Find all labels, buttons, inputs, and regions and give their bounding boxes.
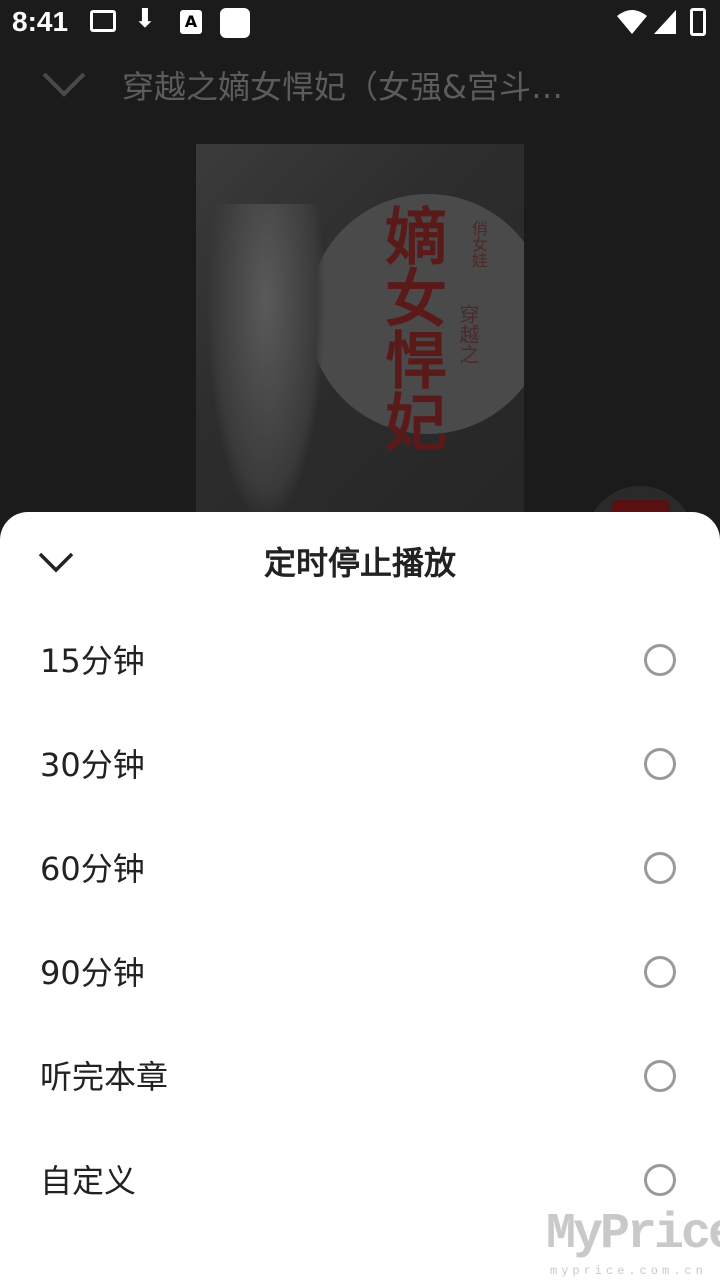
cover-title: 嫡女悍妃	[374, 204, 447, 452]
radio-button[interactable]	[644, 644, 676, 676]
timer-option-end-of-chapter[interactable]: 听完本章	[0, 1024, 720, 1128]
option-label: 30分钟	[40, 746, 145, 784]
signal-icon	[654, 10, 676, 34]
option-label: 自定义	[40, 1162, 137, 1200]
status-time: 8:41	[12, 6, 69, 37]
watermark: MyPrice myprice.com.cn	[546, 1206, 720, 1280]
option-label: 15分钟	[40, 642, 145, 680]
watermark-url: myprice.com.cn	[550, 1264, 707, 1278]
timer-option-90[interactable]: 90分钟	[0, 920, 720, 1024]
cover-subtitle: 穿越之	[456, 304, 480, 364]
watermark-brand: MyPrice	[546, 1206, 720, 1263]
player-header: 穿越之嫡女悍妃（女强&宫斗…	[0, 48, 720, 128]
download-icon: ⬇	[134, 4, 156, 34]
cover-figure-shape	[206, 204, 326, 524]
radio-button[interactable]	[644, 956, 676, 988]
timer-option-60[interactable]: 60分钟	[0, 816, 720, 920]
book-title: 穿越之嫡女悍妃（女强&宫斗…	[122, 68, 563, 106]
timer-option-30[interactable]: 30分钟	[0, 712, 720, 816]
option-label: 90分钟	[40, 954, 145, 992]
a-notification-icon: A	[180, 10, 202, 34]
battery-icon	[690, 8, 706, 36]
timer-bottom-sheet: 定时停止播放 15分钟 30分钟 60分钟 90分钟 听完本章 自定义	[0, 512, 720, 1280]
app-notification-icon	[220, 8, 250, 38]
sheet-title: 定时停止播放	[263, 544, 456, 582]
book-cover: 嫡女悍妃 俏女娃 穿越之	[196, 144, 524, 524]
chevron-down-icon[interactable]	[40, 66, 88, 100]
radio-button[interactable]	[644, 852, 676, 884]
option-label: 60分钟	[40, 850, 145, 888]
radio-button[interactable]	[644, 1060, 676, 1092]
wifi-icon	[617, 10, 647, 34]
status-bar: 8:41 ⬇ A	[0, 0, 720, 48]
option-label: 听完本章	[40, 1058, 169, 1096]
radio-button[interactable]	[644, 748, 676, 780]
image-notification-icon	[90, 10, 116, 32]
radio-button[interactable]	[644, 1164, 676, 1196]
timer-option-15[interactable]: 15分钟	[0, 608, 720, 712]
cover-author: 俏女娃	[469, 220, 488, 268]
